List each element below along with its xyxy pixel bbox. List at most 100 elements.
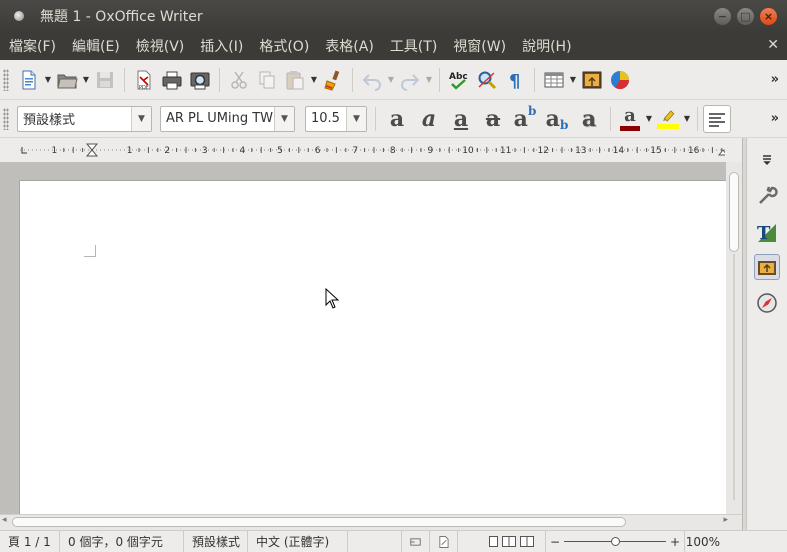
selection-mode-icon[interactable] [402,530,430,552]
font-name-combo[interactable]: AR PL UMing TW ▼ [160,105,295,132]
shadow-icon[interactable]: a [573,105,605,133]
print-icon[interactable] [158,66,186,94]
zoom-out-icon[interactable]: − [550,535,560,549]
highlight-icon[interactable] [654,105,682,133]
window-title: 無題 1 - OxOffice Writer [40,9,203,25]
single-page-view-icon[interactable] [489,536,498,547]
language-status[interactable]: 中文 (正體字) [248,530,348,552]
undo-dropdown-icon[interactable]: ▼ [386,66,396,94]
scroll-right-icon[interactable]: ▸ [723,515,728,525]
zoom-slider-thumb[interactable] [611,536,620,546]
document-modified-icon[interactable] [430,530,458,552]
redo-icon[interactable] [396,66,424,94]
italic-icon[interactable]: a [413,105,445,133]
menu-view[interactable]: 檢視(V) [128,32,193,60]
ruler-label: 14 [613,146,625,156]
open-folder-icon[interactable] [53,66,81,94]
font-name-value: AR PL UMing TW [166,111,274,126]
menu-table[interactable]: 表格(A) [317,32,382,60]
new-dropdown-icon[interactable]: ▼ [43,66,53,94]
export-pdf-icon[interactable]: PDF [130,66,158,94]
ruler-label: 5 [277,146,283,156]
paste-icon[interactable] [281,66,309,94]
navigator-compass-icon[interactable] [754,290,780,316]
page-style-status[interactable]: 預設樣式 [184,530,248,552]
word-count-status[interactable]: 0 個字，0 個字元 [60,530,184,552]
open-dropdown-icon[interactable]: ▼ [81,66,91,94]
insert-chart-icon[interactable] [606,66,634,94]
ruler-label: 3 [202,146,208,156]
ruler-label: 8 [390,146,396,156]
underline-icon[interactable]: a [445,105,477,133]
menu-insert[interactable]: 插入(I) [192,32,251,60]
new-document-icon[interactable] [15,66,43,94]
chevron-down-icon[interactable]: ▼ [346,106,366,131]
insert-mode-status[interactable] [348,530,402,552]
print-preview-icon[interactable] [186,66,214,94]
find-replace-icon[interactable] [473,66,501,94]
zoom-slider[interactable]: − + [546,531,684,552]
subscript-icon[interactable]: ab [541,105,573,133]
menu-file[interactable]: 檔案(F) [0,32,64,60]
font-size-combo[interactable]: 10.5 ▼ [305,105,367,132]
zoom-level[interactable]: 100% [684,530,728,552]
font-color-icon[interactable]: a [616,105,644,133]
menu-help[interactable]: 說明(H) [514,32,579,60]
sidebar: T [746,138,787,530]
table-dropdown-icon[interactable]: ▼ [568,66,578,94]
maximize-button[interactable]: □ [737,8,754,25]
save-icon[interactable] [91,66,119,94]
menu-format[interactable]: 格式(O) [251,32,317,60]
toolbar-grip[interactable] [3,68,9,91]
chevron-down-icon[interactable]: ▼ [131,106,151,131]
styles-icon[interactable]: T [754,220,780,246]
horizontal-scroll-thumb[interactable] [12,517,626,527]
scroll-left-icon[interactable]: ◂ [2,515,7,525]
superscript-icon[interactable]: ab [509,104,541,133]
zoom-in-icon[interactable]: + [670,535,680,549]
page-number-status[interactable]: 頁 1 / 1 [0,530,60,552]
view-layout-buttons [478,530,546,552]
toolbar-overflow-icon[interactable]: » [771,72,779,87]
ruler-label: 12 [537,146,548,156]
gallery-icon[interactable] [754,254,780,280]
spelling-icon[interactable]: Abc [445,66,473,94]
vertical-scrollbar[interactable] [726,162,742,514]
clone-formatting-icon[interactable] [319,66,347,94]
menu-edit[interactable]: 編輯(E) [64,32,128,60]
redo-dropdown-icon[interactable]: ▼ [424,66,434,94]
vertical-scroll-thumb[interactable] [729,172,739,252]
formatting-marks-icon[interactable]: ¶ [501,66,529,94]
multi-page-view-icon[interactable] [502,536,516,547]
align-left-icon[interactable] [703,104,731,133]
close-document-icon[interactable]: ✕ [767,37,779,53]
bold-icon[interactable]: a [381,105,413,133]
properties-wrench-icon[interactable] [754,183,780,209]
ruler-label: 13 [575,146,586,156]
cut-icon[interactable] [225,66,253,94]
close-window-button[interactable]: × [760,8,777,25]
document-page[interactable] [19,180,729,516]
menu-tools[interactable]: 工具(T) [382,32,445,60]
font-color-dropdown-icon[interactable]: ▼ [644,105,654,133]
chevron-down-icon[interactable]: ▼ [274,106,294,131]
highlight-dropdown-icon[interactable]: ▼ [682,105,692,133]
standard-toolbar: ▼ ▼ PDF ▼ ▼ ▼ Abc ¶ ▼ » [0,60,787,100]
toolbar-overflow-icon[interactable]: » [771,111,779,126]
sidebar-menu-icon[interactable] [754,146,780,172]
copy-icon[interactable] [253,66,281,94]
paste-dropdown-icon[interactable]: ▼ [309,66,319,94]
undo-icon[interactable] [358,66,386,94]
insert-table-icon[interactable] [540,66,568,94]
minimize-button[interactable]: − [714,8,731,25]
paragraph-style-combo[interactable]: 預設樣式 ▼ [17,105,152,132]
insert-image-icon[interactable] [578,66,606,94]
horizontal-ruler[interactable]: 1 1 2 3 4 5 6 7 8 9 10 11 12 13 14 15 16 [0,138,744,162]
horizontal-scrollbar[interactable]: ◂ ▸ [0,514,744,530]
ruler-label: 1 [52,146,58,156]
book-view-icon[interactable] [520,536,534,547]
ruler-label: 9 [428,146,434,156]
strikethrough-icon[interactable]: a [477,105,509,133]
toolbar-grip[interactable] [3,107,9,130]
menu-window[interactable]: 視窗(W) [445,32,514,60]
